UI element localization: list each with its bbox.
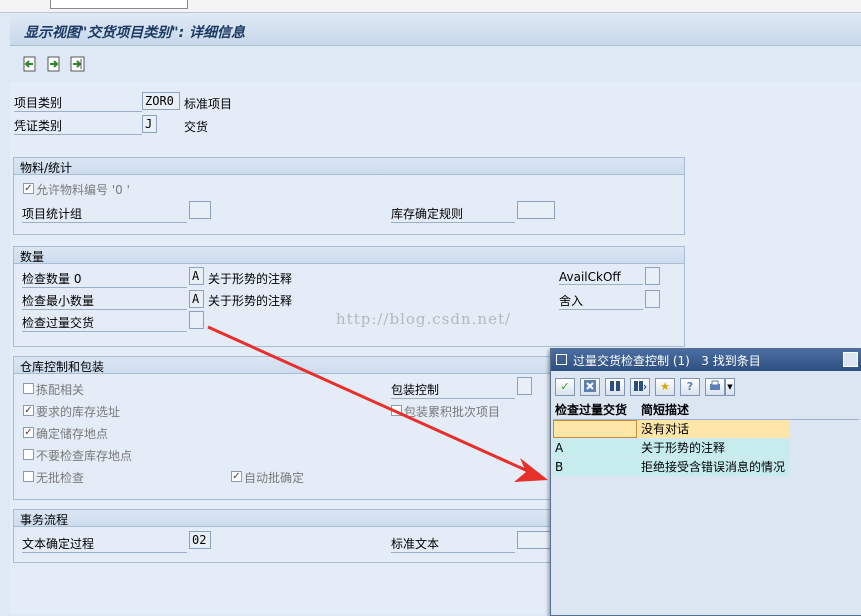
annotation-arrow	[207, 325, 548, 482]
